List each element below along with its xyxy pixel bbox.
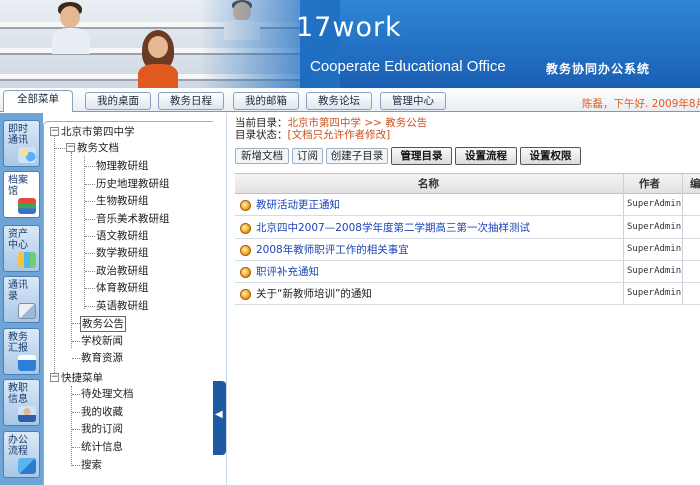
header-banner: 17work Cooperate Educational Office 教务协同… [0,0,700,88]
tree-collapse-toggle[interactable]: − [50,127,59,136]
tree-node-shortcut[interactable]: 我的收藏 [81,405,123,419]
tab-my-desktop[interactable]: 我的桌面 [85,92,151,110]
chart-icon [18,252,36,268]
module-tab-label: 资产中心 [8,229,28,251]
document-author: SuperAdmin [627,244,682,254]
tab-admin-center[interactable]: 管理中心 [380,92,446,110]
document-title-link[interactable]: 教研活动更正通知 [256,198,340,212]
document-author: SuperAdmin [627,266,682,276]
document-author: SuperAdmin [627,199,682,209]
document-title-link[interactable]: 关于“新教师培训”的通知 [256,287,372,301]
table-row[interactable]: 职评补充通知 SuperAdmin [235,261,700,283]
tree-node-group[interactable]: 政治教研组 [96,264,149,278]
create-subdirectory-button[interactable]: 创建子目录 [326,148,388,164]
column-header-author[interactable]: 作者 [639,174,660,194]
status-value: [文档只允许作者修改] [287,129,391,141]
module-tab-label: 即时通讯 [8,124,28,146]
module-tab-label: 办公流程 [8,435,28,457]
table-row[interactable]: 关于“新教师培训”的通知 SuperAdmin [235,283,700,305]
panel-divider [226,113,227,485]
module-tab-assets[interactable]: 资产中心 [3,225,40,272]
user-greeting: 陈磊，下午好. 2009年8月 [582,98,700,110]
navigation-tree: − 北京市第四中学 − 教务文档 物理教研组 历史地理教研组 生物教研组 音乐美… [43,121,213,485]
workflow-icon [18,458,36,474]
tree-node-group[interactable]: 物理教研组 [96,159,149,173]
column-header-name[interactable]: 名称 [418,174,439,194]
tree-node-resources[interactable]: 教育资源 [81,351,123,365]
table-header: 名称 作者 编 [235,174,700,194]
app-subtitle-cn: 教务协同办公系统 [546,62,651,76]
tree-collapse-toggle[interactable]: − [66,143,75,152]
collapse-sidebar-handle[interactable]: ◀ [213,381,226,455]
new-document-button[interactable]: 新增文档 [235,148,289,164]
tree-node-group[interactable]: 英语教研组 [96,299,149,313]
report-icon [18,355,36,371]
module-tab-column: 即时通讯 档案馆 资产中心 通讯录 教务汇报 教职信息 办公流程 [0,113,43,485]
tree-collapse-toggle[interactable]: − [50,373,59,382]
tree-node-group[interactable]: 体育教研组 [96,281,149,295]
breadcrumb-folder[interactable]: 教务公告 [385,117,427,129]
address-book-icon [18,303,36,319]
document-icon [240,267,251,278]
subscribe-button[interactable]: 订阅 [292,148,323,164]
tree-node-group[interactable]: 数学教研组 [96,246,149,260]
tab-all-menu[interactable]: 全部菜单 [3,90,73,112]
tab-forum[interactable]: 教务论坛 [306,92,372,110]
caret-left-icon: ◀ [215,409,223,420]
document-author: SuperAdmin [627,288,682,298]
manage-directory-button[interactable]: 管理目录 [391,147,452,165]
module-tab-workflow[interactable]: 办公流程 [3,431,40,478]
tree-node-school[interactable]: 北京市第四中学 [61,125,135,139]
app-subtitle: Cooperate Educational Office [310,58,506,75]
document-icon [240,289,251,300]
document-title-link[interactable]: 职评补充通知 [256,265,319,279]
tree-node-group[interactable]: 生物教研组 [96,194,149,208]
document-title-link[interactable]: 2008年教师职评工作的相关事宜 [256,243,409,257]
module-tab-label: 教职信息 [8,383,28,405]
tree-node-group[interactable]: 语文教研组 [96,229,149,243]
tree-node-shortcut[interactable]: 待处理文档 [81,387,134,401]
books-icon [18,198,36,214]
module-tab-label: 教务汇报 [8,332,28,354]
tree-node-shortcut[interactable]: 我的订阅 [81,422,123,436]
tree-node-group[interactable]: 历史地理教研组 [96,177,170,191]
document-table: 名称 作者 编 教研活动更正通知 SuperAdmin 北京四中2007—200… [235,173,700,305]
tree-node-group[interactable]: 音乐美术教研组 [96,212,170,226]
document-icon [240,223,251,234]
people-icon [18,147,36,163]
table-row[interactable]: 北京四中2007—2008学年度第二学期高三第一次抽样测试 SuperAdmin [235,217,700,239]
tree-node-news[interactable]: 学校新闻 [81,334,123,348]
table-row[interactable]: 教研活动更正通知 SuperAdmin [235,194,700,216]
teacher-info-icon [18,406,36,422]
module-tab-label: 通讯录 [8,280,28,302]
tree-node-shortcuts[interactable]: 快捷菜单 [61,371,103,385]
tab-schedule[interactable]: 教务日程 [158,92,224,110]
module-tab-staff[interactable]: 教职信息 [3,379,40,426]
module-tab-archive[interactable]: 档案馆 [3,171,40,218]
tree-node-shortcut[interactable]: 统计信息 [81,440,123,454]
directory-status: 目录状态：[文档只允许作者修改] [235,127,390,142]
app-logo: 17work [296,12,402,43]
document-icon [240,245,251,256]
set-permissions-button[interactable]: 设置权限 [520,147,581,165]
set-workflow-button[interactable]: 设置流程 [455,147,517,165]
module-tab-contacts[interactable]: 通讯录 [3,276,40,323]
module-tab-report[interactable]: 教务汇报 [3,328,40,375]
document-icon [240,200,251,211]
module-tab-label: 档案馆 [8,175,28,197]
document-title-link[interactable]: 北京四中2007—2008学年度第二学期高三第一次抽样测试 [256,221,530,235]
tree-node-shortcut[interactable]: 搜索 [81,458,102,472]
tree-node-announcements[interactable]: 教务公告 [80,316,126,332]
column-header-extra[interactable]: 编 [690,174,700,194]
status-label: 目录状态： [235,129,288,141]
tree-node-docs[interactable]: 教务文档 [77,141,119,155]
module-tab-im[interactable]: 即时通讯 [3,120,40,167]
table-row[interactable]: 2008年教师职评工作的相关事宜 SuperAdmin [235,239,700,261]
document-author: SuperAdmin [627,222,682,232]
tab-mailbox[interactable]: 我的邮箱 [233,92,299,110]
